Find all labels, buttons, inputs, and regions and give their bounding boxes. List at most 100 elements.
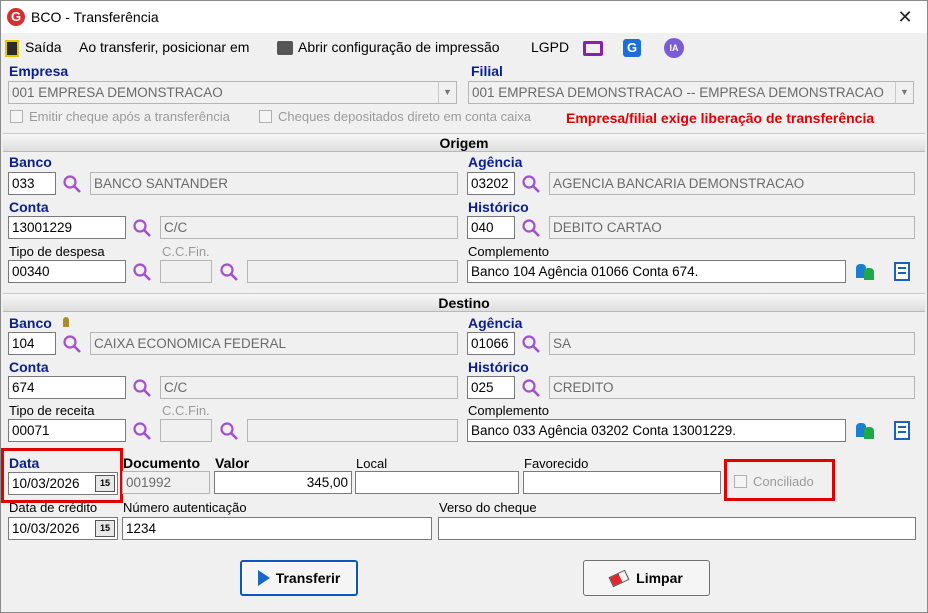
eraser-icon <box>608 569 630 588</box>
origem-ccfin-input[interactable] <box>160 260 212 283</box>
print-config-button[interactable]: Abrir configuração de impressão <box>277 37 500 57</box>
checkbox-box <box>259 110 272 123</box>
origem-banco-code-input[interactable]: 033 <box>8 172 56 195</box>
search-icon[interactable] <box>61 333 83 355</box>
close-button[interactable]: ✕ <box>893 5 917 29</box>
deposited-checks-label: Cheques depositados direto em conta caix… <box>278 109 531 124</box>
search-icon[interactable] <box>131 217 153 239</box>
search-icon[interactable] <box>131 261 153 283</box>
filial-select[interactable]: 001 EMPRESA DEMONSTRACAO -- EMPRESA DEMO… <box>468 81 914 104</box>
destino-banco-label: Banco <box>9 315 52 331</box>
destino-banco-name: CAIXA ECONOMICA FEDERAL <box>90 332 458 355</box>
destino-complemento-input[interactable]: Banco 033 Agência 03202 Conta 13001229. <box>467 419 846 442</box>
destino-agencia-name: SA <box>549 332 915 355</box>
documento-input[interactable]: 001992 <box>122 471 210 494</box>
origem-tipo-label: Tipo de despesa <box>9 244 105 259</box>
destino-ccfin-label: C.C.Fin. <box>162 403 210 418</box>
printer-icon <box>277 41 293 56</box>
valor-input[interactable]: 345,00 <box>214 471 352 494</box>
origem-banco-label: Banco <box>9 154 52 170</box>
destino-ccfin-name <box>247 419 458 442</box>
origem-tipo-input[interactable]: 00340 <box>8 260 126 283</box>
checkbox-box <box>10 110 23 123</box>
title-bar: G BCO - Transferência ✕ <box>1 1 927 33</box>
empresa-select[interactable]: 001 EMPRESA DEMONSTRACAO ▼ <box>8 81 457 104</box>
transfer-button[interactable]: Transferir <box>240 560 358 596</box>
g-app-icon[interactable]: G <box>623 37 641 58</box>
local-input[interactable] <box>355 471 519 494</box>
exit-label: Saída <box>25 39 62 55</box>
position-on-transfer-menu[interactable]: Ao transferir, posicionar em <box>79 37 249 57</box>
favorecido-input[interactable] <box>523 471 721 494</box>
valor-label: Valor <box>215 455 250 471</box>
highlight-conciliado-box <box>724 459 835 501</box>
search-icon[interactable] <box>520 173 542 195</box>
empresa-value: 001 EMPRESA DEMONSTRACAO <box>12 85 223 100</box>
destino-ccfin-input[interactable] <box>160 419 212 442</box>
autenticacao-label: Número autenticação <box>123 500 247 515</box>
origem-historico-label: Histórico <box>468 199 529 215</box>
origem-ccfin-name <box>247 260 458 283</box>
transfer-release-warning: Empresa/filial exige liberação de transf… <box>566 110 875 126</box>
deposited-checks-checkbox[interactable]: Cheques depositados direto em conta caix… <box>259 109 531 124</box>
verso-label: Verso do cheque <box>439 500 537 515</box>
filial-label: Filial <box>471 63 503 79</box>
lgpd-button[interactable]: LGPD <box>531 37 569 57</box>
verso-input[interactable] <box>438 517 916 540</box>
search-icon[interactable] <box>218 420 240 442</box>
destino-historico-code-input[interactable]: 025 <box>467 376 515 399</box>
exit-door-icon <box>5 39 19 57</box>
window-title: BCO - Transferência <box>31 9 159 25</box>
favorecido-label: Favorecido <box>524 456 589 471</box>
origem-historico-code-input[interactable]: 040 <box>467 216 515 239</box>
autenticacao-input[interactable]: 1234 <box>122 517 432 540</box>
document-list-icon[interactable] <box>894 421 910 440</box>
documento-label: Documento <box>123 455 200 471</box>
origem-conta-type: C/C <box>160 216 458 239</box>
destino-historico-name: CREDITO <box>549 376 915 399</box>
origem-agencia-name: AGENCIA BANCARIA DEMONSTRACAO <box>549 172 915 195</box>
monitor-icon[interactable] <box>583 37 603 57</box>
origem-ccfin-label: C.C.Fin. <box>162 244 210 259</box>
ia-assistant-icon[interactable]: IA <box>664 37 684 59</box>
emit-check-checkbox[interactable]: Emitir cheque após a transferência <box>10 109 230 124</box>
chevron-down-icon[interactable]: ▼ <box>438 82 456 103</box>
destino-conta-type: C/C <box>160 376 458 399</box>
search-icon[interactable] <box>520 377 542 399</box>
origem-complemento-label: Complemento <box>468 244 549 259</box>
transfer-people-icon[interactable] <box>856 262 876 282</box>
chevron-down-icon[interactable]: ▼ <box>895 82 913 103</box>
destino-banco-code-input[interactable]: 104 <box>8 332 56 355</box>
origem-agencia-code-input[interactable]: 03202 <box>467 172 515 195</box>
search-icon[interactable] <box>218 261 240 283</box>
destino-conta-input[interactable]: 674 <box>8 376 126 399</box>
search-icon[interactable] <box>61 173 83 195</box>
origem-conta-label: Conta <box>9 199 49 215</box>
destino-agencia-code-input[interactable]: 01066 <box>467 332 515 355</box>
document-list-icon[interactable] <box>894 262 910 281</box>
transfer-people-icon[interactable] <box>856 421 876 441</box>
destino-section-header: Destino <box>3 293 925 312</box>
clear-label: Limpar <box>636 570 683 586</box>
data-credito-value: 10/03/2026 <box>12 521 80 536</box>
filial-value: 001 EMPRESA DEMONSTRACAO -- EMPRESA DEMO… <box>472 85 884 100</box>
destino-tipo-input[interactable]: 00071 <box>8 419 126 442</box>
origem-conta-input[interactable]: 13001229 <box>8 216 126 239</box>
exit-button[interactable]: Saída <box>5 37 62 57</box>
calendar-icon[interactable]: 15 <box>95 520 115 537</box>
toolbar: Saída Ao transferir, posicionar em Abrir… <box>1 33 927 59</box>
transfer-window: G BCO - Transferência ✕ Saída Ao transfe… <box>0 0 928 613</box>
data-credito-input[interactable]: 10/03/2026 15 <box>8 517 118 540</box>
transfer-label: Transferir <box>275 570 341 586</box>
destino-historico-label: Histórico <box>468 359 529 375</box>
search-icon[interactable] <box>131 420 153 442</box>
clear-button[interactable]: Limpar <box>583 560 710 596</box>
search-icon[interactable] <box>520 333 542 355</box>
search-icon[interactable] <box>131 377 153 399</box>
destino-conta-label: Conta <box>9 359 49 375</box>
origem-section-header: Origem <box>3 133 925 152</box>
origem-complemento-input[interactable]: Banco 104 Agência 01066 Conta 674. <box>467 260 846 283</box>
search-icon[interactable] <box>520 217 542 239</box>
empresa-label: Empresa <box>9 63 69 79</box>
origem-banco-name: BANCO SANTANDER <box>90 172 458 195</box>
